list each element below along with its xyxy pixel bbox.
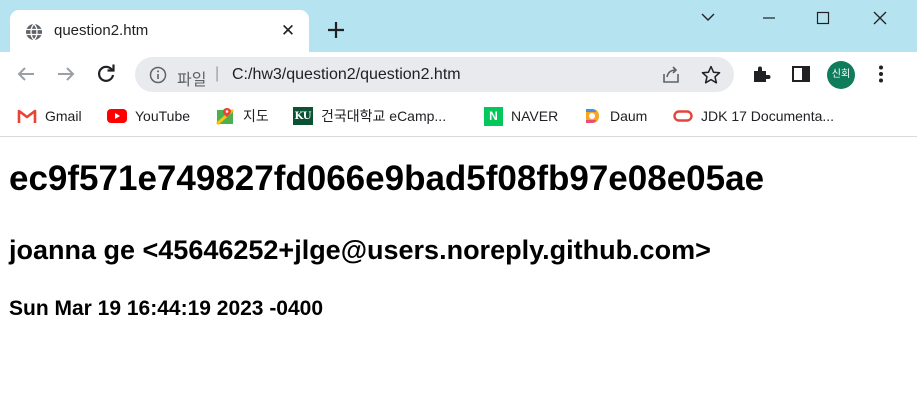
page-content: ec9f571e749827fd066e9bad5f08fb97e08e05ae… — [0, 138, 917, 412]
url-text[interactable]: C:/hw3/question2/question2.htm — [232, 66, 461, 84]
active-tab[interactable]: question2.htm ✕ — [10, 10, 309, 52]
side-panel-icon[interactable] — [789, 62, 813, 86]
bookmark-jdk-docs[interactable]: JDK 17 Documenta... — [673, 105, 834, 127]
reload-icon[interactable] — [94, 62, 118, 86]
info-icon[interactable] — [149, 66, 167, 84]
bookmark-star-icon[interactable] — [700, 64, 722, 86]
bookmark-label: Gmail — [45, 108, 82, 124]
bookmark-label: NAVER — [511, 108, 559, 124]
new-tab-button[interactable] — [323, 17, 349, 43]
minimize-icon[interactable] — [749, 5, 789, 31]
close-icon[interactable] — [860, 5, 900, 31]
bookmark-label: JDK 17 Documenta... — [701, 108, 835, 124]
bookmark-label: 건국대학교 eCamp... — [321, 108, 447, 124]
back-icon[interactable] — [14, 62, 38, 86]
commit-author-heading: joanna ge <45646252+jlge@users.noreply.g… — [9, 235, 711, 265]
bookmark-daum[interactable]: Daum — [582, 105, 647, 127]
ku-icon-text: KU — [294, 110, 312, 122]
commit-date-heading: Sun Mar 19 16:44:19 2023 -0400 — [9, 297, 324, 320]
share-icon[interactable] — [660, 64, 682, 86]
maps-icon — [215, 107, 235, 125]
bookmark-label: Daum — [610, 108, 648, 124]
tab-title: question2.htm — [54, 22, 149, 39]
extensions-icon[interactable] — [749, 62, 773, 86]
commit-hash-heading: ec9f571e749827fd066e9bad5f08fb97e08e05ae — [9, 159, 765, 198]
menu-icon[interactable] — [869, 62, 893, 86]
bookmark-label: YouTube — [135, 108, 191, 124]
oracle-icon — [673, 107, 693, 125]
forward-icon[interactable] — [54, 62, 78, 86]
toolbar: 파일 | C:/hw3/question2/question2.htm 신회 — [0, 52, 917, 97]
gmail-icon — [17, 107, 37, 125]
naver-icon: N — [484, 106, 503, 126]
bookmark-youtube[interactable]: YouTube — [107, 105, 190, 127]
bookmark-label: 지도 — [243, 108, 269, 124]
tab-strip: question2.htm ✕ — [0, 0, 917, 52]
naver-icon-text: N — [489, 109, 498, 123]
maximize-icon[interactable] — [803, 5, 843, 31]
bookmark-naver[interactable]: N NAVER — [484, 105, 558, 127]
profile-avatar[interactable]: 신회 — [827, 61, 855, 89]
ku-icon: KU — [293, 107, 313, 125]
globe-icon — [25, 23, 43, 41]
bookmark-konkuk[interactable]: KU 건국대학교 eCamp... — [293, 105, 446, 127]
tab-close-icon[interactable]: ✕ — [278, 21, 298, 41]
chevron-down-icon[interactable] — [688, 5, 728, 31]
bookmarks-bar: Gmail YouTube 지도 KU 건국대학교 eCamp... N NAV… — [0, 97, 917, 137]
bookmark-gmail[interactable]: Gmail — [17, 105, 82, 127]
daum-icon — [582, 107, 602, 125]
url-separator: | — [215, 65, 220, 82]
youtube-icon — [107, 107, 127, 125]
bookmark-maps[interactable]: 지도 — [215, 105, 269, 127]
url-scheme-label: 파일 — [177, 72, 207, 89]
address-bar[interactable]: 파일 | C:/hw3/question2/question2.htm — [135, 57, 734, 92]
